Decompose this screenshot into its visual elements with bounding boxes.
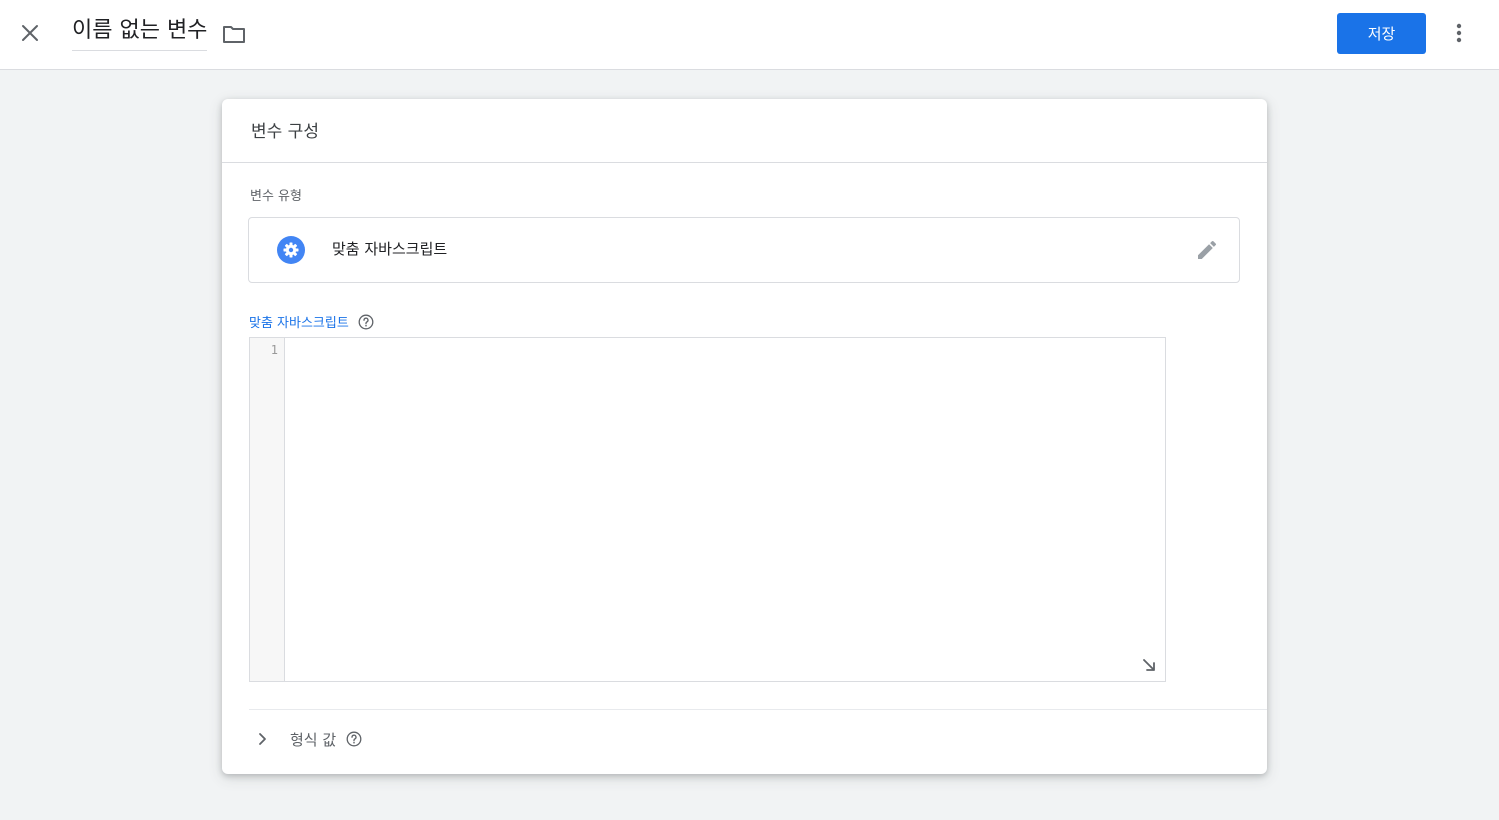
help-circle-icon[interactable] [358, 314, 374, 330]
close-button[interactable] [12, 15, 48, 51]
pencil-icon[interactable] [1195, 238, 1219, 262]
line-number: 1 [270, 343, 278, 357]
variable-type-label: 변수 유형 [250, 189, 302, 204]
chevron-right-icon [250, 727, 274, 751]
card-title: 변수 구성 [251, 122, 319, 142]
folder-button[interactable] [219, 19, 249, 49]
title-area: 이름 없는 변수 [72, 14, 249, 54]
line-number-gutter: 1 [250, 338, 285, 681]
format-value-expander[interactable]: 형식 값 [250, 725, 362, 753]
variable-type-selector[interactable]: 맞춤 자바스크립트 [248, 217, 1240, 283]
custom-js-label: 맞춤 자바스크립트 [249, 316, 349, 331]
custom-js-label-row: 맞춤 자바스크립트 [249, 312, 374, 331]
variable-name-title[interactable]: 이름 없는 변수 [72, 17, 208, 51]
help-circle-icon[interactable] [346, 731, 362, 747]
more-vert-icon [1456, 23, 1462, 43]
card-header: 변수 구성 [222, 99, 1267, 163]
format-value-label: 형식 값 [290, 730, 337, 749]
close-icon [22, 25, 38, 41]
code-editor: 1 [249, 337, 1166, 682]
code-input-area[interactable] [286, 338, 1165, 681]
variable-type-name: 맞춤 자바스크립트 [332, 240, 448, 258]
variable-configuration-card: 변수 구성 변수 유형 맞춤 자바스크립트 맞춤 자바스크립트 1 형식 값 [222, 99, 1267, 774]
more-options-button[interactable] [1444, 17, 1474, 49]
settings-gear-icon [277, 236, 305, 264]
save-button[interactable]: 저장 [1337, 13, 1426, 54]
folder-icon [223, 26, 246, 43]
section-divider [249, 709, 1267, 710]
top-bar: 이름 없는 변수 저장 [0, 0, 1499, 70]
resize-arrow-icon[interactable] [1141, 657, 1157, 673]
